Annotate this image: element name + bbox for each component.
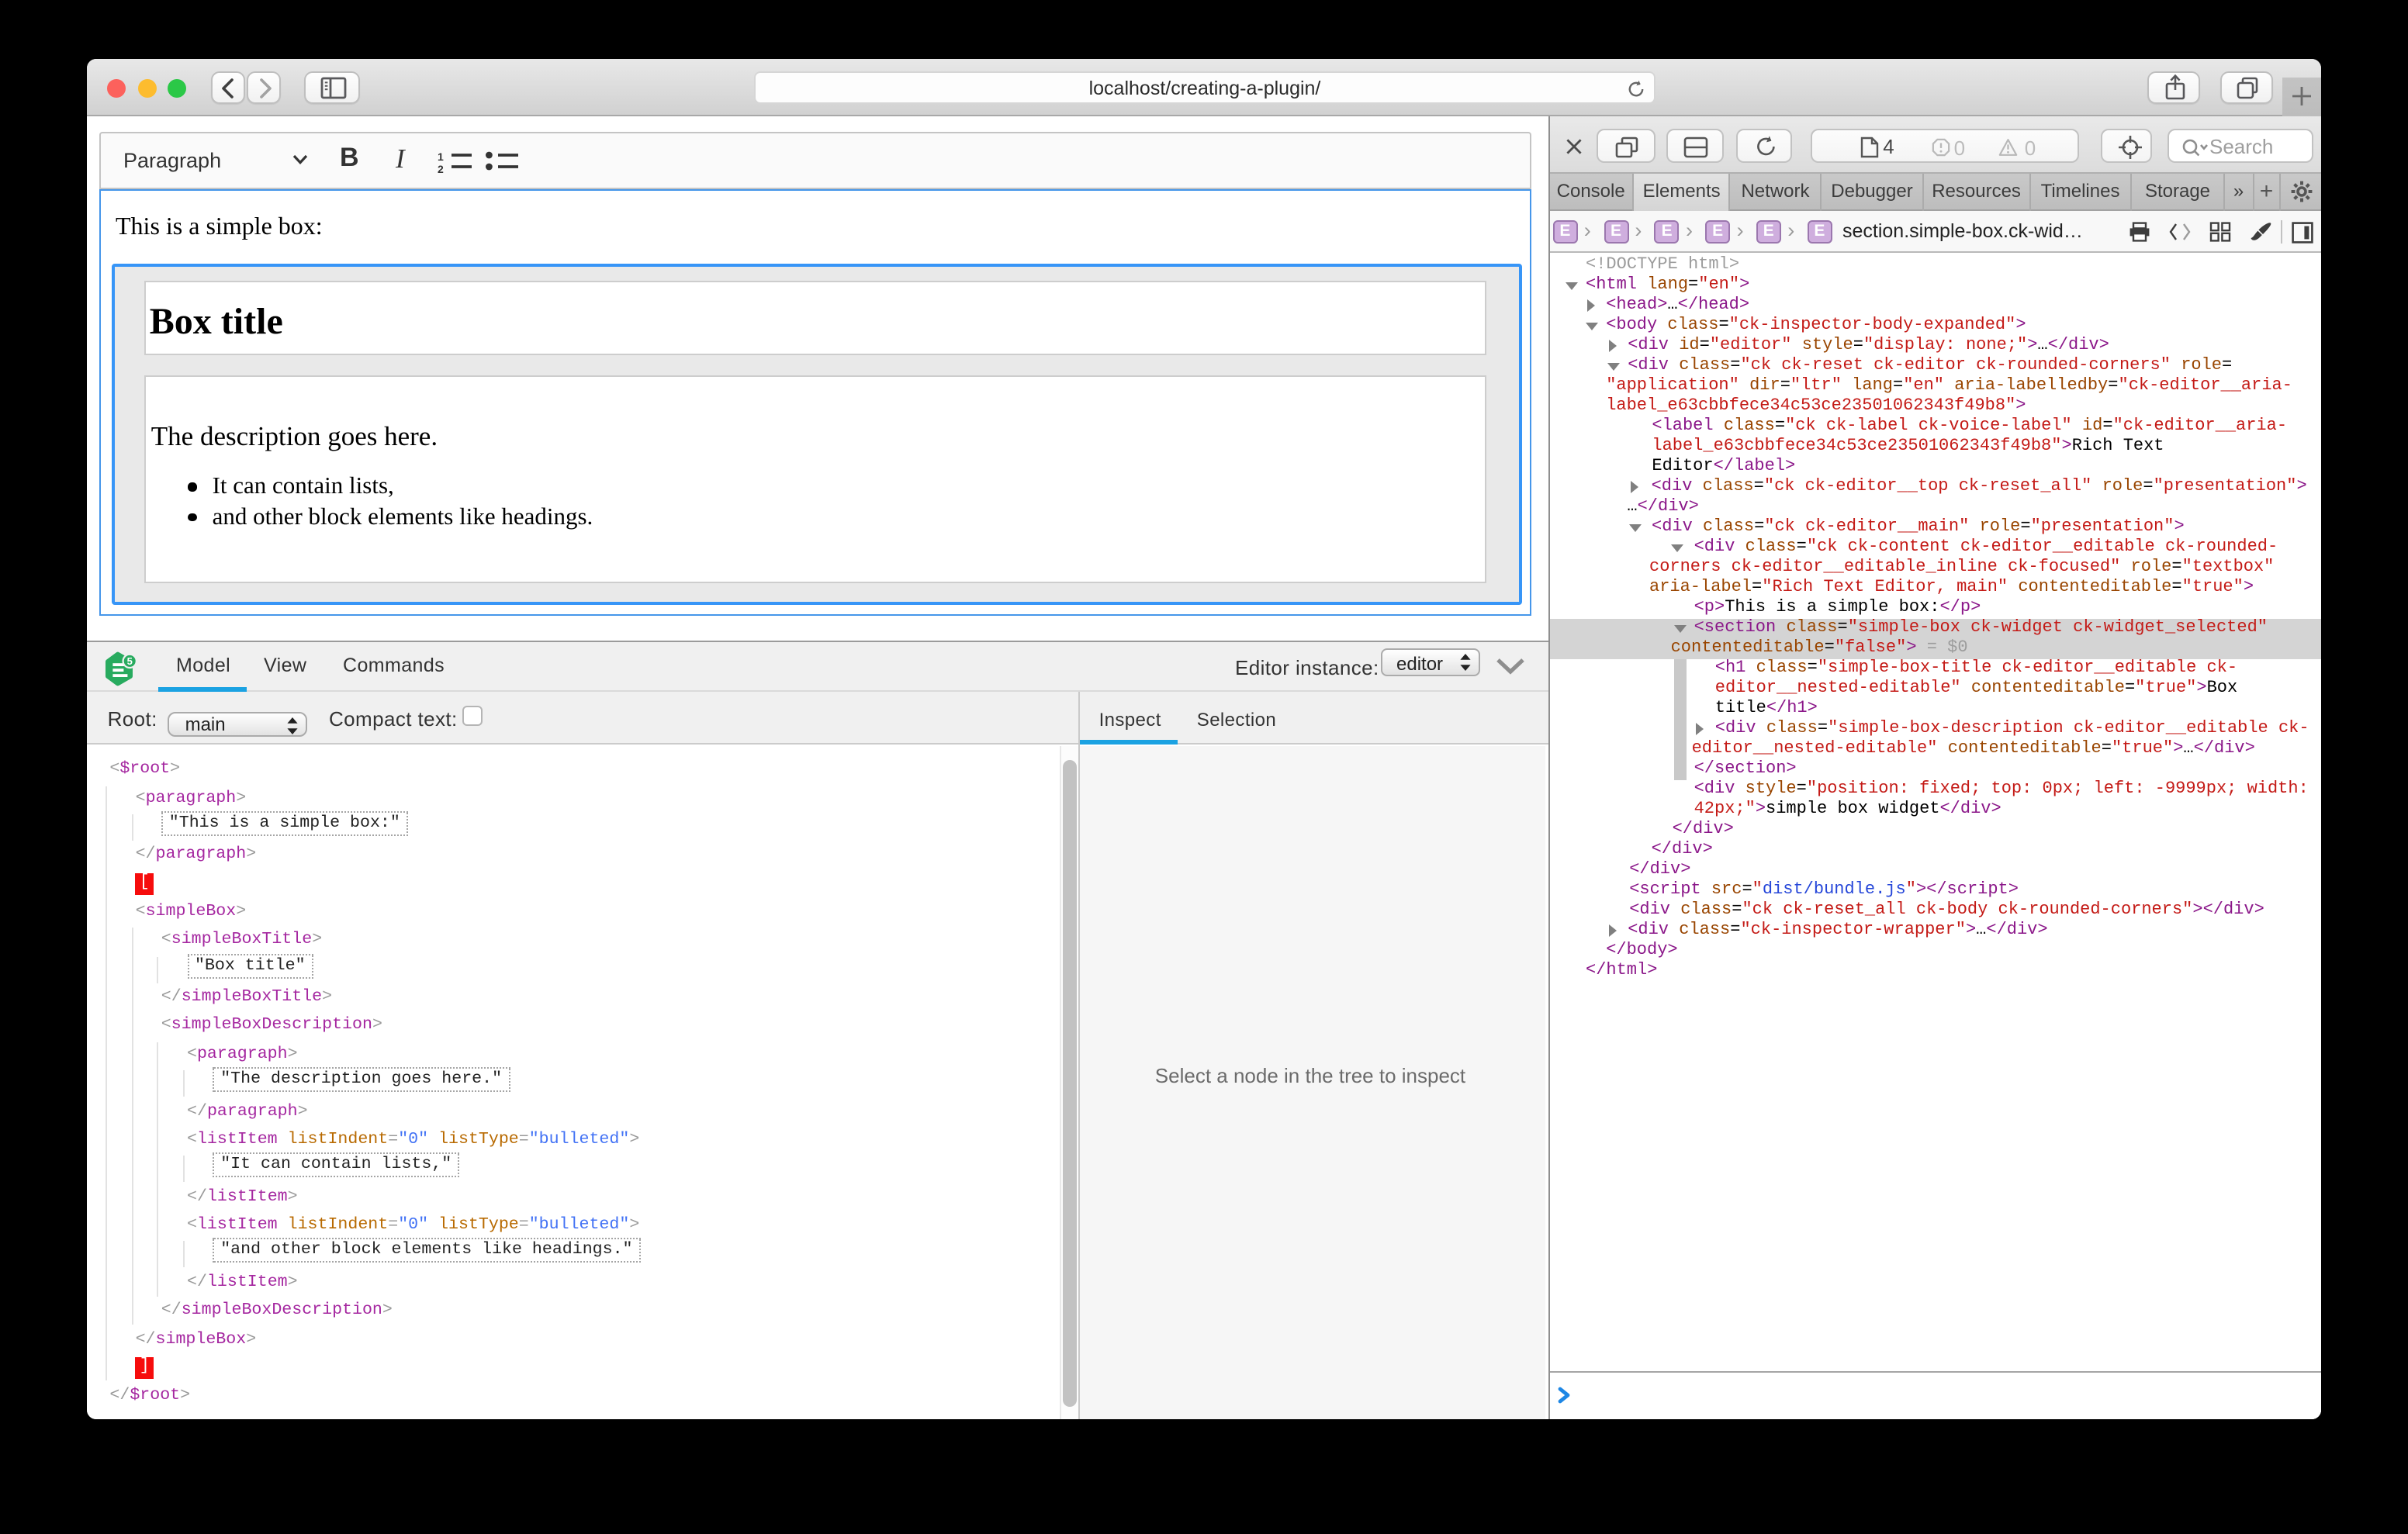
svg-text:5: 5 xyxy=(127,655,133,666)
svg-text:2: 2 xyxy=(437,163,443,174)
svg-text:1: 1 xyxy=(437,150,443,163)
